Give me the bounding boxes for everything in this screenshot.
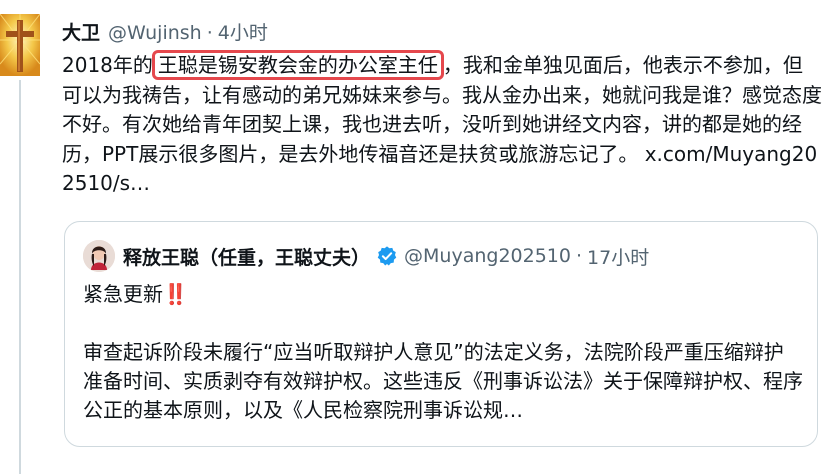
quoted-body-text: 审查起诉阶段未履行“应当听取辩护人意见”的法定义务，法院阶段严重压缩辩护准备时间…	[83, 340, 803, 422]
quoted-tweet-header: 释放王聪（任重，王聪丈夫） @Muyang202510 · 17小时	[83, 240, 649, 272]
tweet-timestamp[interactable]: 4小时	[218, 18, 268, 45]
quoted-author-handle[interactable]: @Muyang202510	[404, 245, 571, 267]
verified-badge-icon	[376, 245, 398, 267]
tweet-header: 大卫 @Wujinsh · 4小时	[62, 18, 832, 48]
quoted-author-avatar[interactable]	[83, 240, 115, 272]
author-name[interactable]: 大卫	[62, 18, 100, 45]
highlighted-text: 王聪是锡安教会金的办公室主任	[151, 50, 444, 80]
separator: ·	[206, 22, 213, 44]
person-photo-icon	[83, 240, 115, 272]
double-exclamation-icon: ‼️	[163, 282, 188, 306]
author-avatar[interactable]	[0, 14, 40, 76]
author-handle[interactable]: @Wujinsh	[108, 22, 202, 44]
tweet-text: 2018年的 王聪是锡安教会金的办公室主任 ，我和金单独见面后，他表示不参加，但可以…	[62, 50, 822, 199]
quoted-author-name[interactable]: 释放王聪（任重，王聪丈夫）	[123, 243, 370, 270]
tweet-card[interactable]: 大卫 @Wujinsh · 4小时 2018年的 王聪是锡安教会金的办公室主任 ，我…	[0, 0, 840, 474]
quoted-headline: 紧急更新‼️	[83, 280, 803, 309]
tweet-text-year: 2018年的	[62, 53, 153, 77]
cross-icon	[0, 14, 40, 76]
separator: ·	[575, 245, 583, 267]
thread-line	[19, 80, 21, 474]
tweet-content: 大卫 @Wujinsh · 4小时 2018年的 王聪是锡安教会金的办公室主任 ，我…	[62, 18, 832, 199]
quoted-headline-text: 紧急更新	[83, 282, 163, 306]
quoted-tweet[interactable]: 释放王聪（任重，王聪丈夫） @Muyang202510 · 17小时 紧急更新‼…	[64, 221, 818, 447]
quoted-timestamp[interactable]: 17小时	[587, 243, 649, 270]
quoted-tweet-text: 紧急更新‼️ 审查起诉阶段未履行“应当听取辩护人意见”的法定义务，法院阶段严重压…	[83, 280, 803, 425]
